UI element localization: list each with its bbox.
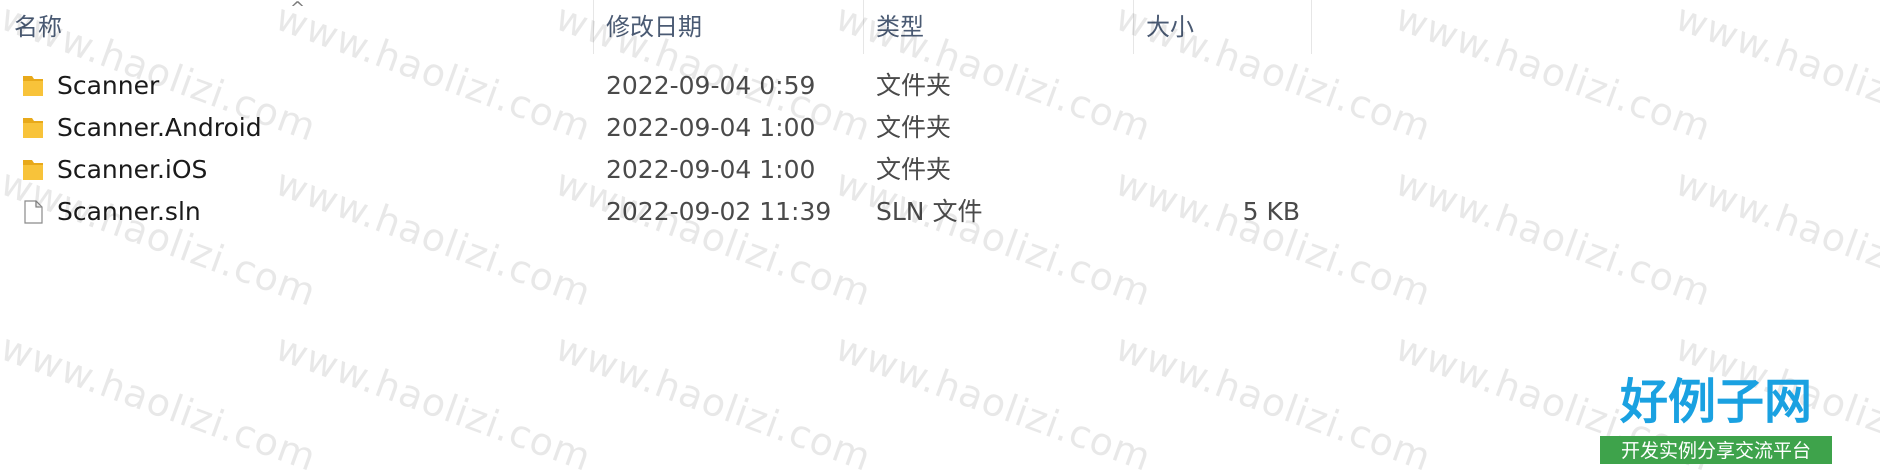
file-row[interactable]: Scanner.iOS 2022-09-04 1:00 文件夹 <box>0 149 1320 191</box>
folder-icon <box>20 73 46 99</box>
logo-title: 好例子网 <box>1619 374 1812 430</box>
sort-ascending-icon: ^ <box>290 0 306 19</box>
file-list: Scanner 2022-09-04 0:59 文件夹 Scanner.Andr… <box>0 65 1320 233</box>
size-column-header[interactable]: 大小 <box>1140 0 1312 54</box>
file-type: 文件夹 <box>876 71 952 100</box>
size-column-label: 大小 <box>1146 13 1194 41</box>
file-row[interactable]: Scanner.Android 2022-09-04 1:00 文件夹 <box>0 107 1320 149</box>
file-size: 5 KB <box>1242 197 1300 226</box>
file-row[interactable]: Scanner.sln 2022-09-02 11:39 SLN 文件 5 KB <box>0 191 1320 233</box>
file-date: 2022-09-02 11:39 <box>606 197 832 226</box>
type-column-label: 类型 <box>876 13 924 41</box>
folder-icon <box>20 115 46 141</box>
date-column-header[interactable]: 修改日期 <box>600 0 864 54</box>
file-type: SLN 文件 <box>876 197 983 226</box>
name-column-label: 名称 <box>14 13 62 41</box>
date-column-label: 修改日期 <box>606 13 702 41</box>
file-size <box>1140 149 1300 191</box>
file-date: 2022-09-04 1:00 <box>606 155 816 184</box>
file-name: Scanner <box>57 71 160 100</box>
file-date: 2022-09-04 1:00 <box>606 113 816 142</box>
type-column-header[interactable]: 类型 <box>870 0 1134 54</box>
file-row[interactable]: Scanner 2022-09-04 0:59 文件夹 <box>0 65 1320 107</box>
logo-subtitle: 开发实例分享交流平台 <box>1621 440 1811 462</box>
file-type: 文件夹 <box>876 155 952 184</box>
file-date: 2022-09-04 0:59 <box>606 71 816 100</box>
file-type: 文件夹 <box>876 113 952 142</box>
column-header-row: 名称 ^ 修改日期 类型 大小 <box>0 0 1320 54</box>
file-size <box>1140 65 1300 107</box>
file-size <box>1140 107 1300 149</box>
folder-icon <box>20 157 46 183</box>
file-icon <box>20 199 46 225</box>
file-name: Scanner.sln <box>57 197 201 226</box>
file-name: Scanner.iOS <box>57 155 208 184</box>
haolizi-logo: 好例子网 开发实例分享交流平台 <box>1598 366 1834 466</box>
file-name: Scanner.Android <box>57 113 262 142</box>
